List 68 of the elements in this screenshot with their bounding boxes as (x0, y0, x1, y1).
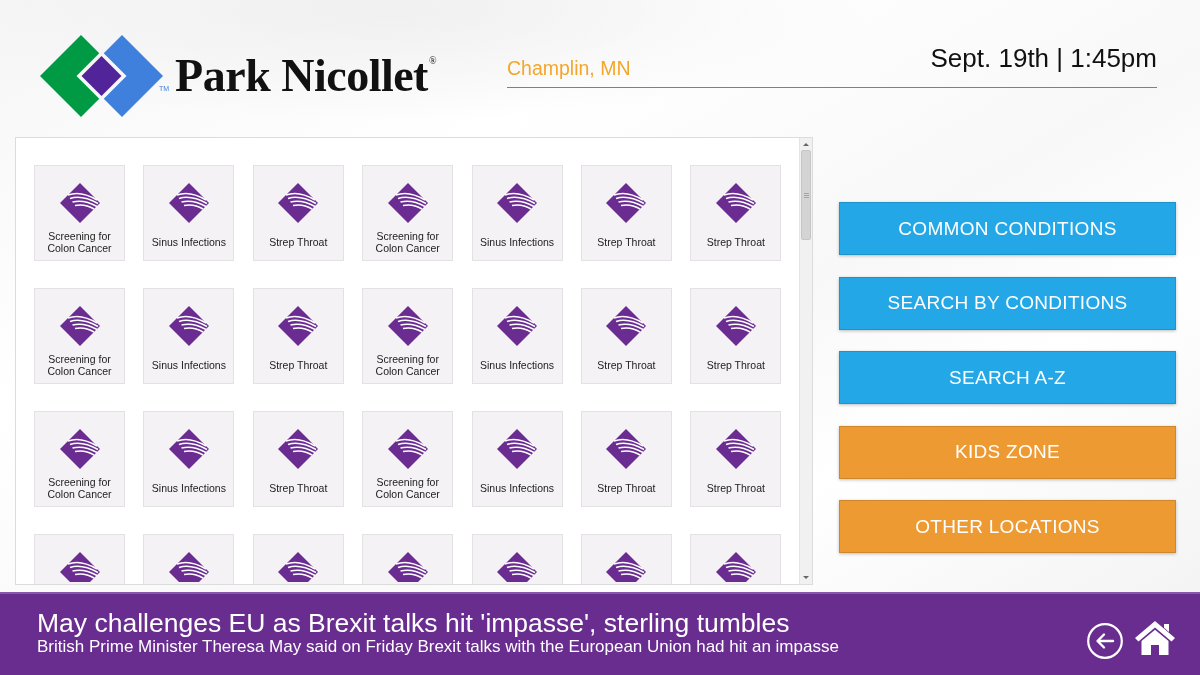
wave-diamond-icon (278, 552, 319, 582)
scrollbar[interactable] (799, 138, 812, 584)
topic-tile[interactable]: Sinus Infections (471, 165, 563, 261)
topic-tile[interactable]: Screening for Colon Cancer (34, 411, 125, 507)
wave-diamond-icon (715, 306, 756, 346)
scrollbar-thumb[interactable] (801, 150, 811, 240)
wave-diamond-icon (606, 552, 647, 582)
topic-tile[interactable]: Strep Throat (690, 165, 782, 261)
topic-tile[interactable] (252, 534, 344, 584)
topic-tile[interactable]: Strep Throat (580, 288, 672, 384)
wave-diamond-icon (59, 552, 100, 582)
topic-tile[interactable]: Strep Throat (580, 411, 672, 507)
topic-tile[interactable]: Sinus Infections (143, 288, 235, 384)
wave-diamond-icon (606, 183, 647, 223)
topic-tile[interactable]: Sinus Infections (143, 411, 235, 507)
topic-tile[interactable]: Strep Throat (690, 288, 782, 384)
wave-diamond-icon (606, 429, 647, 469)
wave-diamond-icon (715, 183, 756, 223)
location-text: Champlin, MN (507, 57, 631, 81)
topic-tile[interactable]: Strep Throat (252, 165, 344, 261)
topic-tile[interactable]: Screening for Colon Cancer (34, 288, 125, 384)
wave-diamond-icon (59, 183, 100, 223)
topic-tile[interactable]: Strep Throat (252, 411, 344, 507)
wave-diamond-icon (168, 306, 209, 346)
wave-diamond-icon (168, 183, 209, 223)
topic-tile[interactable]: Sinus Infections (471, 411, 563, 507)
wave-diamond-icon (497, 429, 538, 469)
wave-diamond-icon (387, 552, 428, 582)
wave-diamond-icon (59, 306, 100, 346)
wave-diamond-icon (387, 183, 428, 223)
topic-tile[interactable] (580, 534, 672, 584)
news-headline: May challenges EU as Brexit talks hit 'impasse', sterling tumbles (37, 609, 791, 637)
topic-tile[interactable] (471, 534, 563, 584)
wave-diamond-icon (606, 306, 647, 346)
home-icon[interactable] (1135, 621, 1175, 655)
topic-tile[interactable]: Strep Throat (252, 288, 344, 384)
topic-tile[interactable]: Screening for Colon Cancer (362, 165, 454, 261)
wave-diamond-icon (168, 429, 209, 469)
wave-diamond-icon (497, 183, 538, 223)
wave-diamond-icon (497, 306, 538, 346)
topic-tile[interactable]: Sinus Infections (471, 288, 563, 384)
wave-diamond-icon (497, 552, 538, 582)
topic-tile[interactable] (690, 534, 782, 584)
wave-diamond-icon (59, 429, 100, 469)
wave-diamond-icon (278, 306, 319, 346)
wave-diamond-icon (387, 429, 428, 469)
wave-diamond-icon (715, 552, 756, 582)
topic-tile[interactable] (34, 534, 125, 584)
topic-tile[interactable]: Screening for Colon Cancer (362, 288, 454, 384)
topic-tile[interactable]: Screening for Colon Cancer (362, 411, 454, 507)
scroll-down-icon[interactable] (803, 576, 809, 579)
topic-tile[interactable]: Sinus Infections (143, 165, 235, 261)
topic-tile[interactable] (143, 534, 235, 584)
wave-diamond-icon (278, 183, 319, 223)
date-time-text: Sept. 19th | 1:45pm (930, 43, 1157, 75)
wave-diamond-icon (387, 306, 428, 346)
topic-tile[interactable]: Strep Throat (690, 411, 782, 507)
topic-tile[interactable]: Strep Throat (580, 165, 672, 261)
back-icon[interactable] (1087, 623, 1123, 659)
topic-tile[interactable] (362, 534, 454, 584)
topic-tile[interactable]: Screening for Colon Cancer (34, 165, 125, 261)
wordmark: Park Nicollet$^{®}$ (175, 53, 437, 99)
scroll-up-icon[interactable] (803, 143, 809, 146)
news-summary: British Prime Minister Theresa May said on Friday Brexit talks with the European Union had hit an impasse (37, 637, 840, 656)
grip-icon (803, 192, 809, 198)
wave-diamond-icon (168, 552, 209, 582)
wave-diamond-icon (278, 429, 319, 469)
wave-diamond-icon (715, 429, 756, 469)
